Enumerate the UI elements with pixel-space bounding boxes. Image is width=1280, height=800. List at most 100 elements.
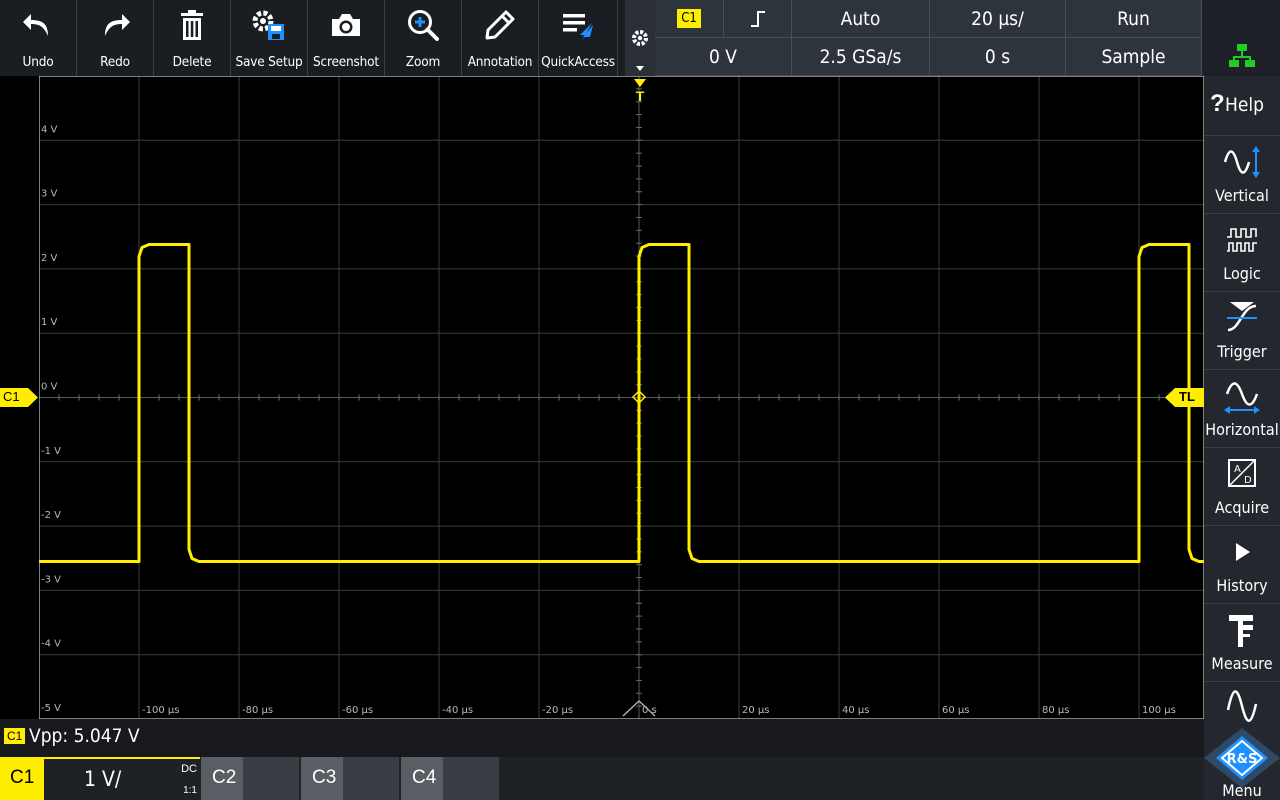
acquire-mode-cell[interactable]: Sample <box>1066 38 1202 76</box>
vertical-icon <box>1204 142 1280 182</box>
trigger-position-marker[interactable]: T <box>633 78 647 106</box>
quickaccess-label: QuickAccess <box>541 54 615 70</box>
screenshot-button[interactable]: Screenshot <box>308 0 385 76</box>
channel-4-label: C4 <box>412 767 437 788</box>
caliper-icon <box>1204 610 1280 650</box>
network-status[interactable] <box>1202 0 1280 76</box>
waveform-icon <box>1226 690 1258 722</box>
waveform-shortcut-button[interactable] <box>1204 682 1280 728</box>
voltage-axis-label: 0 V <box>41 382 58 393</box>
channel-1-scale-box[interactable]: 1 V/ DC 1:1 <box>44 757 200 800</box>
time-axis-label: 80 µs <box>1042 705 1069 716</box>
pencil-icon <box>462 6 538 44</box>
undo-label: Undo <box>22 54 54 70</box>
annotation-label: Annotation <box>467 54 533 70</box>
zoom-button[interactable]: Zoom <box>385 0 462 76</box>
time-axis-label: -20 µs <box>542 705 573 716</box>
voltage-axis-label: -3 V <box>41 574 61 585</box>
annotation-button[interactable]: Annotation <box>462 0 539 76</box>
time-axis-label: 100 µs <box>1142 705 1176 716</box>
history-button[interactable]: History <box>1204 526 1280 604</box>
acquire-icon: AD <box>1204 454 1280 494</box>
time-axis-label: -40 µs <box>442 705 473 716</box>
help-icon: ? <box>1210 90 1225 117</box>
redo-button[interactable]: Redo <box>77 0 154 76</box>
vpp-measurement: Vpp: 5.047 V <box>29 725 140 747</box>
voltage-axis-label: -1 V <box>41 446 61 457</box>
menu-label: Menu <box>1222 781 1262 800</box>
logic-button[interactable]: Logic <box>1204 214 1280 292</box>
trigger-level-label: TL <box>1179 389 1195 404</box>
rs-logo-icon: R&S <box>1204 728 1280 788</box>
waveform-display[interactable]: 4 V 3 V 2 V 1 V 0 V -1 V -2 V -3 V -4 V -5 V -100 … <box>39 76 1204 719</box>
vertical-label: Vertical <box>1215 186 1269 205</box>
horizontal-button[interactable]: Horizontal <box>1204 370 1280 448</box>
trigger-source-cell[interactable]: C1 <box>655 0 724 38</box>
right-sidebar: ? Help Vertical Logic Trigger Horizontal… <box>1204 76 1280 800</box>
zoom-icon <box>385 6 461 44</box>
channel-2-label: C2 <box>212 767 237 788</box>
camera-icon <box>308 6 384 44</box>
redo-icon <box>77 6 153 44</box>
acquire-button[interactable]: AD Acquire <box>1204 448 1280 526</box>
trigger-button[interactable]: Trigger <box>1204 292 1280 370</box>
trigger-level-cell[interactable]: 0 V <box>655 38 792 76</box>
channel-1-scale: 1 V/ <box>84 767 122 791</box>
save-setup-label: Save Setup <box>235 54 303 70</box>
rising-edge-icon <box>750 10 765 27</box>
channel-4-button[interactable]: C4 <box>401 757 499 800</box>
toolbar: Undo Redo Delete Save Setup Screenshot Z… <box>0 0 625 76</box>
channel-1-coupling: DC <box>181 763 197 775</box>
save-setup-icon <box>231 6 307 44</box>
channel-3-label: C3 <box>312 767 337 788</box>
time-axis-label: -80 µs <box>242 705 273 716</box>
save-setup-button[interactable]: Save Setup <box>231 0 308 76</box>
voltage-axis-label: 4 V <box>41 124 58 135</box>
trigger-mode-cell[interactable]: Auto <box>792 0 930 38</box>
time-scale-cell[interactable]: 20 µs/ <box>930 0 1066 38</box>
vertical-button[interactable]: Vertical <box>1204 136 1280 214</box>
quickaccess-icon <box>539 6 617 44</box>
time-axis-label: -100 µs <box>142 705 179 716</box>
time-offset-cell[interactable]: 0 s <box>930 38 1066 76</box>
voltage-axis-label: 3 V <box>41 189 58 200</box>
help-button[interactable]: ? Help <box>1204 76 1280 136</box>
voltage-axis-label: -2 V <box>41 510 61 521</box>
trash-icon <box>154 6 230 44</box>
run-state-cell[interactable]: Run <box>1066 0 1202 38</box>
help-label: Help <box>1225 94 1264 116</box>
channel-1-button[interactable]: C1 <box>0 757 44 800</box>
trigger-level-marker[interactable]: TL <box>1165 388 1204 407</box>
logic-label: Logic <box>1223 264 1261 283</box>
channel-2-button[interactable]: C2 <box>201 757 299 800</box>
channel-1-probe: 1:1 <box>183 785 197 796</box>
delete-button[interactable]: Delete <box>154 0 231 76</box>
voltage-axis-label: 2 V <box>41 253 58 264</box>
toolbar-settings-button[interactable] <box>625 0 655 76</box>
logic-icon <box>1204 220 1280 260</box>
measure-button[interactable]: Measure <box>1204 604 1280 682</box>
screenshot-label: Screenshot <box>313 54 379 70</box>
trigger-icon <box>1204 298 1280 338</box>
voltage-axis-label: -5 V <box>41 703 61 714</box>
delete-label: Delete <box>172 54 212 70</box>
play-icon <box>1204 532 1280 572</box>
time-axis-label: -60 µs <box>342 705 373 716</box>
quickaccess-button[interactable]: QuickAccess <box>539 0 618 76</box>
network-icon <box>1229 44 1255 67</box>
channel-3-button[interactable]: C3 <box>301 757 399 800</box>
horizontal-label: Horizontal <box>1205 420 1279 439</box>
menu-button[interactable]: R&S Menu <box>1204 728 1280 800</box>
undo-icon <box>0 6 76 44</box>
undo-button[interactable]: Undo <box>0 0 77 76</box>
channel-bar: C1 1 V/ DC 1:1 C2 C3 C4 <box>0 757 1204 800</box>
measurement-bar[interactable]: C1 Vpp: 5.047 V <box>0 719 1204 757</box>
sample-rate-cell[interactable]: 2.5 GSa/s <box>792 38 930 76</box>
trigger-slope-cell[interactable] <box>724 0 792 38</box>
trigger-label: Trigger <box>1217 342 1267 361</box>
channel-1-offset-marker[interactable]: C1 <box>0 388 39 407</box>
horizontal-icon <box>1204 376 1280 416</box>
redo-label: Redo <box>100 54 130 70</box>
voltage-axis-label: 1 V <box>41 317 58 328</box>
svg-text:A: A <box>1234 464 1241 475</box>
